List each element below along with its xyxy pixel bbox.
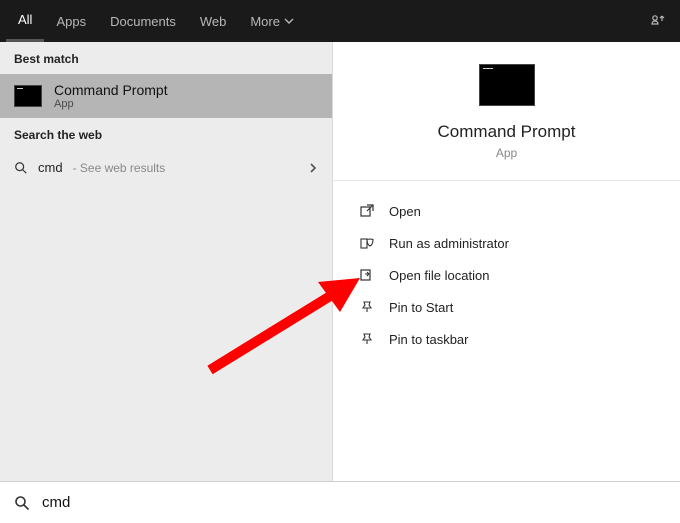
results-panel: Best match Command Prompt App Search the… [0,42,332,481]
web-hint: - See web results [73,161,166,175]
shield-icon [359,235,375,251]
action-label: Open [389,204,421,219]
tab-apps[interactable]: Apps [44,0,98,42]
details-panel: Command Prompt App Open Run as administr… [332,42,680,481]
action-label: Run as administrator [389,236,509,251]
tab-label: Web [200,14,227,29]
pin-icon [359,299,375,315]
action-open[interactable]: Open [333,195,680,227]
tab-documents[interactable]: Documents [98,0,188,42]
top-tab-bar: All Apps Documents Web More [0,0,680,42]
search-bar [0,481,680,523]
chevron-down-icon [284,16,294,26]
actions-list: Open Run as administrator Open file loca… [333,181,680,369]
feedback-icon[interactable] [636,13,680,29]
best-match-item[interactable]: Command Prompt App [0,74,332,118]
tab-more[interactable]: More [238,0,306,42]
best-match-title: Command Prompt [54,82,168,98]
web-result-item[interactable]: cmd - See web results [0,150,332,185]
pin-icon [359,331,375,347]
search-input[interactable] [42,494,666,511]
search-icon [14,161,28,175]
best-match-header: Best match [0,42,332,74]
chevron-right-icon [308,161,318,175]
action-open-file-location[interactable]: Open file location [333,259,680,291]
action-label: Pin to taskbar [389,332,469,347]
details-subtitle: App [343,146,670,160]
tab-all[interactable]: All [6,0,44,42]
action-pin-to-taskbar[interactable]: Pin to taskbar [333,323,680,355]
action-pin-to-start[interactable]: Pin to Start [333,291,680,323]
command-prompt-icon [14,85,42,107]
open-icon [359,203,375,219]
tab-label: Documents [110,14,176,29]
action-run-as-administrator[interactable]: Run as administrator [333,227,680,259]
action-label: Pin to Start [389,300,453,315]
search-icon [14,495,30,511]
best-match-subtitle: App [54,98,168,110]
tab-label: All [18,12,32,27]
web-query: cmd [38,160,63,175]
web-header: Search the web [0,118,332,150]
folder-icon [359,267,375,283]
details-title: Command Prompt [343,122,670,142]
command-prompt-icon [479,64,535,106]
tab-label: More [250,14,280,29]
tab-web[interactable]: Web [188,0,239,42]
action-label: Open file location [389,268,489,283]
tab-label: Apps [56,14,86,29]
